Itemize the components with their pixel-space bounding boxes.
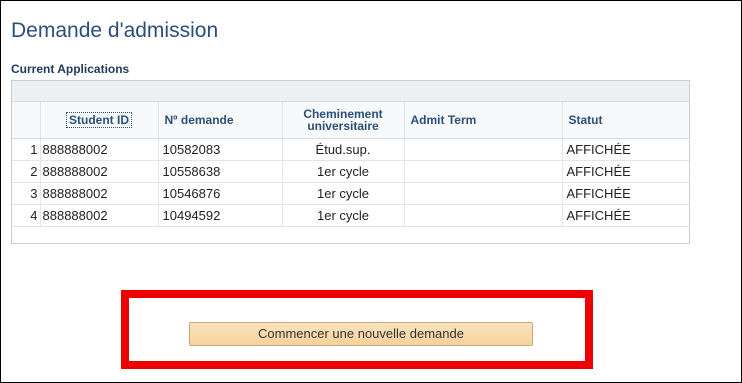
admit-term-cell	[403, 182, 562, 205]
section-title: Current Applications	[11, 62, 130, 76]
table-row[interactable]: 4 888888002 10494592 1er cycle AFFICHÉE	[12, 204, 689, 227]
table-row[interactable]: 2 888888002 10558638 1er cycle AFFICHÉE	[12, 160, 689, 183]
row-number: 4	[12, 204, 40, 227]
cheminement-cell: 1er cycle	[281, 160, 404, 183]
applications-grid: Student ID Nº demande Cheminement univer…	[11, 80, 690, 244]
admit-term-cell	[403, 138, 562, 161]
demande-cell: 10558638	[157, 160, 282, 183]
header-student-id[interactable]: Student ID	[39, 102, 158, 139]
cheminement-cell: 1er cycle	[281, 204, 404, 227]
new-application-button[interactable]: Commencer une nouvelle demande	[189, 322, 533, 346]
header-student-id-label[interactable]: Student ID	[66, 112, 132, 128]
header-statut[interactable]: Statut	[561, 102, 689, 139]
admit-term-cell	[403, 204, 562, 227]
row-number: 1	[12, 138, 40, 161]
header-cheminement[interactable]: Cheminement universitaire	[281, 102, 404, 139]
student-id-cell: 888888002	[39, 204, 158, 227]
table-row[interactable]: 3 888888002 10546876 1er cycle AFFICHÉE	[12, 182, 689, 205]
statut-cell: AFFICHÉE	[561, 204, 689, 227]
cheminement-cell: 1er cycle	[281, 182, 404, 205]
cheminement-cell: Étud.sup.	[281, 138, 404, 161]
student-id-cell: 888888002	[39, 160, 158, 183]
demande-cell: 10494592	[157, 204, 282, 227]
table-row[interactable]: 1 888888002 10582083 Étud.sup. AFFICHÉE	[12, 138, 689, 161]
statut-cell: AFFICHÉE	[561, 138, 689, 161]
table-header-row: Student ID Nº demande Cheminement univer…	[12, 102, 689, 139]
applications-table: Student ID Nº demande Cheminement univer…	[12, 102, 689, 227]
page-frame: Demande d'admission Current Applications…	[0, 0, 742, 383]
statut-cell: AFFICHÉE	[561, 160, 689, 183]
demande-cell: 10582083	[157, 138, 282, 161]
header-admit-term[interactable]: Admit Term	[403, 102, 562, 139]
page-title: Demande d'admission	[11, 19, 219, 42]
row-number: 2	[12, 160, 40, 183]
header-row-number	[12, 102, 40, 139]
grid-toolbar	[12, 81, 689, 102]
demande-cell: 10546876	[157, 182, 282, 205]
student-id-cell: 888888002	[39, 138, 158, 161]
student-id-cell: 888888002	[39, 182, 158, 205]
admit-term-cell	[403, 160, 562, 183]
row-number: 3	[12, 182, 40, 205]
statut-cell: AFFICHÉE	[561, 182, 689, 205]
header-demande[interactable]: Nº demande	[157, 102, 282, 139]
